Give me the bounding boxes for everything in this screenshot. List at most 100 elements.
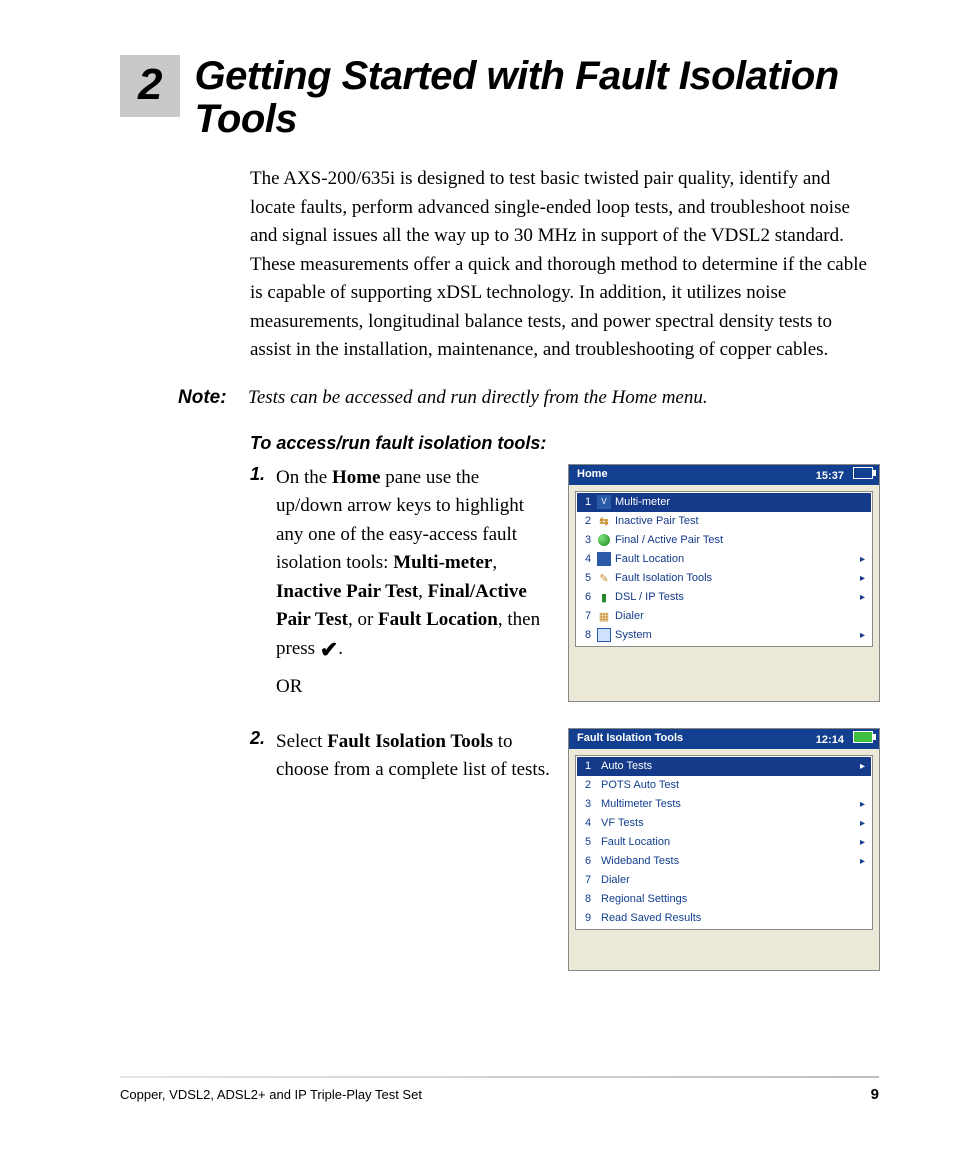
tool-inactive-pair: Inactive Pair Test bbox=[276, 581, 418, 602]
page-number: 9 bbox=[871, 1086, 879, 1103]
item-label: Inactive Pair Test bbox=[613, 515, 865, 527]
item-index: 3 bbox=[581, 534, 595, 546]
item-index: 4 bbox=[581, 553, 595, 565]
dialer-icon: ▦ bbox=[595, 609, 613, 623]
menu-item-pots-auto[interactable]: 2 POTS Auto Test bbox=[577, 776, 871, 795]
menu-item-auto-tests[interactable]: 1 Auto Tests ▸ bbox=[577, 757, 871, 776]
fit-panel: Fault Isolation Tools 12:14 1 Auto Tests… bbox=[568, 728, 880, 971]
tool-multimeter: Multi-meter bbox=[393, 552, 492, 573]
fit-panel-footer bbox=[569, 936, 879, 970]
menu-item-vf-tests[interactable]: 4 VF Tests ▸ bbox=[577, 814, 871, 833]
menu-item-dialer[interactable]: 7 ▦ Dialer bbox=[577, 607, 871, 626]
menu-item-dialer2[interactable]: 7 Dialer bbox=[577, 871, 871, 890]
item-index: 9 bbox=[581, 912, 595, 924]
menu-item-read-saved[interactable]: 9 Read Saved Results bbox=[577, 909, 871, 928]
home-panel-title: Home bbox=[577, 468, 608, 480]
home-menu: 1 V Multi-meter 2 ⇆ Inactive Pair Test 3 bbox=[575, 491, 873, 647]
footer-rule bbox=[120, 1076, 879, 1078]
submenu-arrow-icon: ▸ bbox=[860, 799, 867, 810]
tool-fault-location: Fault Location bbox=[378, 609, 498, 630]
fault-isolation-tools-ref: Fault Isolation Tools bbox=[327, 731, 493, 752]
item-label: Regional Settings bbox=[595, 893, 865, 905]
item-index: 7 bbox=[581, 610, 595, 622]
step-1-text-col: 1. On the Home pane use the up/down arro… bbox=[250, 464, 550, 702]
step-2-text-col: 2. Select Fault Isolation Tools to choos… bbox=[250, 728, 550, 971]
menu-item-wideband[interactable]: 6 Wideband Tests ▸ bbox=[577, 852, 871, 871]
item-label: POTS Auto Test bbox=[595, 779, 865, 791]
menu-item-fault-isolation[interactable]: 5 ✎ Fault Isolation Tools ▸ bbox=[577, 569, 871, 588]
fit-panel-status: 12:14 bbox=[816, 731, 873, 746]
intro-paragraph: The AXS-200/635i is designed to test bas… bbox=[250, 165, 877, 365]
page-footer: Copper, VDSL2, ADSL2+ and IP Triple-Play… bbox=[120, 1086, 879, 1103]
item-index: 5 bbox=[581, 572, 595, 584]
chapter-number: 2 bbox=[120, 55, 180, 117]
item-label: Fault Location bbox=[613, 553, 860, 565]
menu-item-multimeter[interactable]: 1 V Multi-meter bbox=[577, 493, 871, 512]
submenu-arrow-icon: ▸ bbox=[860, 761, 867, 772]
item-index: 5 bbox=[581, 836, 595, 848]
home-panel-footer bbox=[569, 653, 879, 687]
home-panel-time: 15:37 bbox=[816, 470, 844, 482]
menu-item-inactive-pair[interactable]: 2 ⇆ Inactive Pair Test bbox=[577, 512, 871, 531]
system-icon bbox=[595, 628, 613, 642]
item-label: Auto Tests bbox=[595, 760, 860, 772]
item-label: Read Saved Results bbox=[595, 912, 865, 924]
menu-item-regional[interactable]: 8 Regional Settings bbox=[577, 890, 871, 909]
item-label: Dialer bbox=[613, 610, 865, 622]
submenu-arrow-icon: ▸ bbox=[860, 630, 867, 641]
txt: , bbox=[418, 581, 428, 602]
step-2-text: Select Fault Isolation Tools to choose f… bbox=[276, 728, 550, 971]
item-label: Dialer bbox=[595, 874, 865, 886]
submenu-arrow-icon: ▸ bbox=[860, 837, 867, 848]
item-label: Multi-meter bbox=[613, 496, 865, 508]
fit-menu: 1 Auto Tests ▸ 2 POTS Auto Test 3 Multim… bbox=[575, 755, 873, 930]
home-panel-titlebar: Home 15:37 bbox=[569, 465, 879, 485]
menu-item-dsl-ip[interactable]: 6 ▮ DSL / IP Tests ▸ bbox=[577, 588, 871, 607]
fit-panel-time: 12:14 bbox=[816, 734, 844, 746]
item-index: 4 bbox=[581, 817, 595, 829]
item-label: DSL / IP Tests bbox=[613, 591, 860, 603]
item-label: System bbox=[613, 629, 860, 641]
menu-item-fault-location2[interactable]: 5 Fault Location ▸ bbox=[577, 833, 871, 852]
step-2: 2. Select Fault Isolation Tools to choos… bbox=[250, 728, 877, 971]
step-1: 1. On the Home pane use the up/down arro… bbox=[250, 464, 877, 702]
menu-item-multimeter-tests[interactable]: 3 Multimeter Tests ▸ bbox=[577, 795, 871, 814]
dsl-icon: ▮ bbox=[595, 590, 613, 604]
battery-icon bbox=[853, 731, 873, 743]
fault-icon bbox=[595, 552, 613, 566]
item-index: 8 bbox=[581, 629, 595, 641]
home-pane-ref: Home bbox=[332, 467, 381, 488]
item-index: 6 bbox=[581, 855, 595, 867]
item-label: Final / Active Pair Test bbox=[613, 534, 865, 546]
step-1-number: 1. bbox=[250, 464, 276, 702]
note-label: Note: bbox=[178, 387, 248, 409]
menu-item-final-active[interactable]: 3 Final / Active Pair Test bbox=[577, 531, 871, 550]
item-label: Multimeter Tests bbox=[595, 798, 860, 810]
home-panel-status: 15:37 bbox=[816, 467, 873, 482]
menu-item-system[interactable]: 8 System ▸ bbox=[577, 626, 871, 645]
step-2-number: 2. bbox=[250, 728, 276, 971]
chapter-heading: 2 Getting Started with Fault Isolation T… bbox=[120, 55, 879, 141]
submenu-arrow-icon: ▸ bbox=[860, 592, 867, 603]
txt: Select bbox=[276, 731, 327, 752]
footer-title: Copper, VDSL2, ADSL2+ and IP Triple-Play… bbox=[120, 1087, 422, 1102]
submenu-arrow-icon: ▸ bbox=[860, 856, 867, 867]
or-text: OR bbox=[276, 673, 550, 702]
globe-icon bbox=[595, 533, 613, 547]
item-label: Wideband Tests bbox=[595, 855, 860, 867]
item-index: 8 bbox=[581, 893, 595, 905]
chapter-title: Getting Started with Fault Isolation Too… bbox=[194, 55, 879, 141]
submenu-arrow-icon: ▸ bbox=[860, 573, 867, 584]
item-index: 6 bbox=[581, 591, 595, 603]
item-index: 3 bbox=[581, 798, 595, 810]
fit-panel-titlebar: Fault Isolation Tools 12:14 bbox=[569, 729, 879, 749]
menu-item-fault-location[interactable]: 4 Fault Location ▸ bbox=[577, 550, 871, 569]
item-index: 7 bbox=[581, 874, 595, 886]
item-index: 1 bbox=[581, 760, 595, 772]
note-text: Tests can be accessed and run directly f… bbox=[248, 387, 708, 409]
page: 2 Getting Started with Fault Isolation T… bbox=[0, 0, 954, 1159]
fit-panel-body: 1 Auto Tests ▸ 2 POTS Auto Test 3 Multim… bbox=[569, 749, 879, 936]
item-index: 1 bbox=[581, 496, 595, 508]
txt: . bbox=[338, 638, 343, 659]
txt: , bbox=[492, 552, 497, 573]
